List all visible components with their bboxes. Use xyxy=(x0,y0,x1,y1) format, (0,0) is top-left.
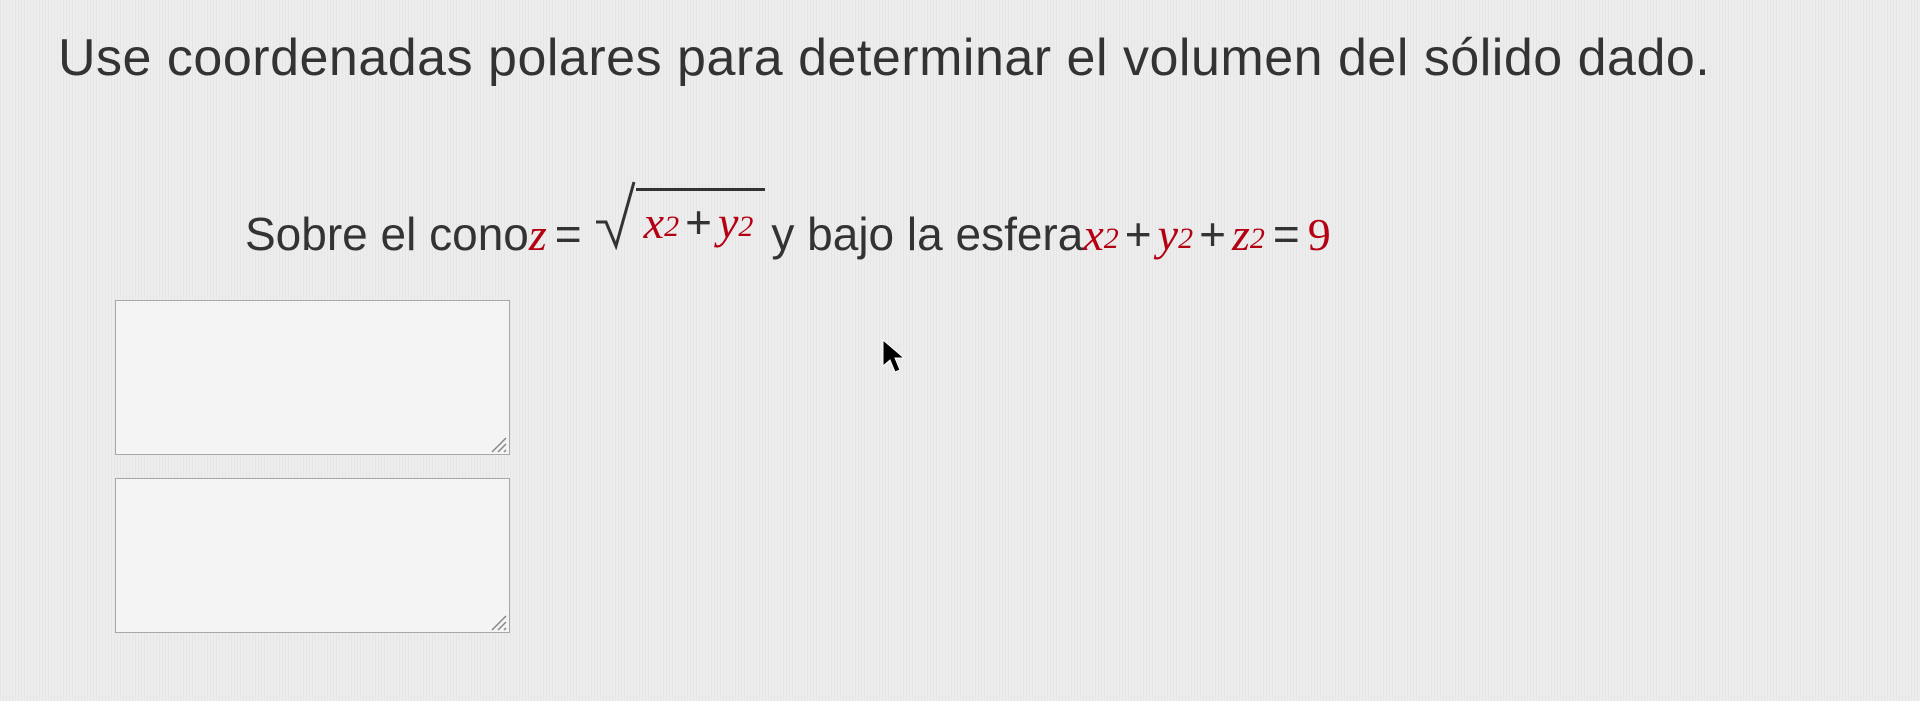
equals-sign-2: = xyxy=(1273,207,1300,261)
square-root: x 2 + y 2 xyxy=(594,178,766,250)
text-prefix: Sobre el cono xyxy=(245,207,529,261)
question-prompt: Use coordenadas polares para determinar … xyxy=(58,28,1710,88)
radical-icon xyxy=(594,178,636,250)
plus-sphere-1: + xyxy=(1125,207,1152,261)
sphere-rhs: 9 xyxy=(1308,208,1331,261)
plus-sphere-2: + xyxy=(1199,207,1226,261)
var-z-sphere: z xyxy=(1232,208,1250,261)
exp-z-sphere: 2 xyxy=(1250,222,1265,256)
answer-input-2[interactable] xyxy=(115,478,510,633)
exp-x-sphere: 2 xyxy=(1104,222,1119,256)
equals-sign-1: = xyxy=(555,207,582,261)
mouse-cursor-icon xyxy=(880,338,908,376)
exp-y-rad: 2 xyxy=(738,210,753,244)
answer-input-1[interactable] xyxy=(115,300,510,455)
plus-rad: + xyxy=(685,195,712,249)
equation-line: Sobre el cono z = x 2 + y 2 y bajo la es… xyxy=(245,178,1331,261)
var-y-rad: y xyxy=(718,196,738,249)
text-mid: y bajo la esfera xyxy=(771,207,1083,261)
var-y-sphere: y xyxy=(1158,208,1178,261)
exp-x-rad: 2 xyxy=(664,210,679,244)
exp-y-sphere: 2 xyxy=(1178,222,1193,256)
radicand: x 2 + y 2 xyxy=(636,188,766,249)
var-x-rad: x xyxy=(644,196,664,249)
var-x-sphere: x xyxy=(1083,208,1103,261)
var-z-cone: z xyxy=(529,208,547,261)
